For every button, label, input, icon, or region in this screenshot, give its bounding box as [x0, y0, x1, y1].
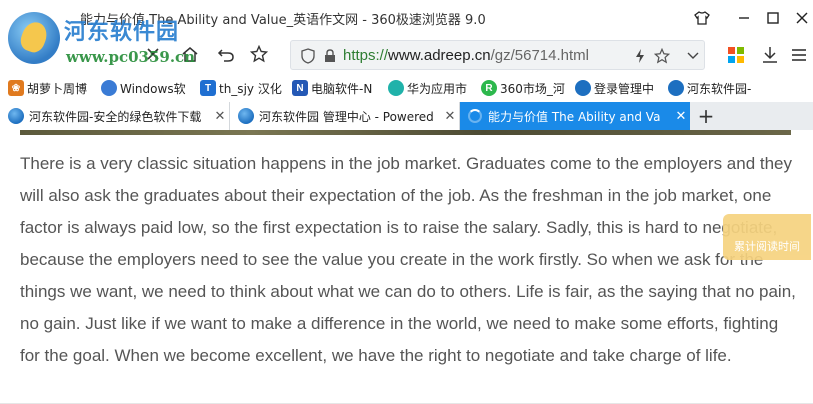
bookmark-item[interactable]: 华为应用市 [388, 78, 467, 98]
menu-icon[interactable] [787, 44, 811, 66]
apps-grid-icon[interactable] [724, 44, 748, 66]
tab-close-icon[interactable]: ✕ [672, 109, 690, 124]
window-title: 能力与价值 The Ability and Value_英语作文网 - 360极… [80, 13, 486, 28]
lightning-icon[interactable] [631, 47, 649, 65]
bookmark-label: 360市场_河 [500, 81, 565, 96]
article-body: There is a very classic situation happen… [20, 154, 796, 365]
url-protocol: https:// [343, 47, 389, 64]
loading-spinner-icon [468, 109, 482, 123]
bookmark-item[interactable]: T th_sjy 汉化 [200, 78, 282, 98]
bookmark-item[interactable]: R 360市场_河 [481, 78, 565, 98]
download-icon[interactable] [758, 44, 782, 66]
minimize-icon[interactable] [731, 6, 757, 30]
url-text[interactable]: https://www.adreep.cn/gz/56714.html [343, 47, 589, 64]
article-image [20, 130, 791, 135]
favorite-star-icon[interactable] [246, 42, 272, 66]
n-icon: N [292, 80, 308, 96]
title-bar: 能力与价值 The Ability and Value_英语作文网 - 360极… [0, 0, 813, 36]
bookmark-icon [101, 80, 117, 96]
site-favicon-icon [8, 108, 24, 124]
address-bar[interactable]: https://www.adreep.cn/gz/56714.html [290, 40, 705, 70]
tab-admin-center[interactable]: 河东软件园 管理中心 - Powered ✕ [230, 102, 460, 130]
undo-icon[interactable] [213, 42, 239, 66]
reading-time-widget[interactable]: 累计阅读时间 [723, 214, 811, 260]
bookmarks-bar: ❀ 胡萝卜周博 Windows软 T th_sjy 汉化 N 电脑软件-N 华为… [0, 72, 813, 102]
bookmark-label: Windows软 [120, 81, 186, 96]
bookmark-label: 华为应用市 [407, 81, 468, 96]
tab-label: 河东软件园 管理中心 - Powered [259, 109, 434, 124]
bookmark-item[interactable]: ❀ 胡萝卜周博 [8, 78, 87, 98]
site-icon [668, 80, 684, 96]
bookmark-star-icon[interactable] [653, 47, 671, 65]
maximize-icon[interactable] [760, 6, 786, 30]
skin-icon[interactable] [689, 6, 715, 30]
huawei-icon [388, 80, 404, 96]
bookmark-label: th_sjy 汉化 [219, 81, 282, 96]
new-tab-button[interactable]: + [694, 104, 718, 128]
bookmark-label: 河东软件园- [687, 81, 752, 96]
chevron-down-icon[interactable] [684, 47, 702, 65]
t-icon: T [200, 80, 216, 96]
navigation-bar: https://www.adreep.cn/gz/56714.html [0, 36, 813, 72]
home-icon[interactable] [177, 42, 203, 66]
tab-close-icon[interactable]: ✕ [211, 109, 229, 124]
tab-ability-value[interactable]: 能力与价值 The Ability and Va ✕ [460, 102, 690, 130]
lock-icon[interactable] [321, 47, 339, 65]
bookmark-item[interactable]: 河东软件园- [668, 78, 751, 98]
tab-label: 河东软件园-安全的绿色软件下载 [29, 109, 202, 124]
r-icon: R [481, 80, 497, 96]
url-path: /gz/56714.html [490, 47, 589, 64]
bookmark-item[interactable]: N 电脑软件-N [292, 78, 372, 98]
site-favicon-icon [238, 108, 254, 124]
url-host: www.adreep.cn [388, 47, 491, 64]
tab-close-icon[interactable]: ✕ [441, 109, 459, 124]
bookmark-item[interactable]: Windows软 [101, 78, 186, 98]
bookmark-label: 登录管理中 [594, 81, 655, 96]
close-icon[interactable] [789, 6, 813, 30]
page-viewport: There is a very classic situation happen… [0, 130, 813, 404]
bookmark-icon: ❀ [8, 80, 24, 96]
site-icon [575, 80, 591, 96]
tab-strip: 河东软件园-安全的绿色软件下载 ✕ 河东软件园 管理中心 - Powered ✕… [0, 102, 813, 130]
reading-time-label: 累计阅读时间 [734, 240, 800, 253]
tab-label: 能力与价值 The Ability and Va [488, 109, 661, 124]
shield-icon[interactable] [299, 47, 317, 65]
bookmark-item[interactable]: 登录管理中 [575, 78, 654, 98]
stop-icon[interactable] [140, 42, 166, 66]
tab-hedong-home[interactable]: 河东软件园-安全的绿色软件下载 ✕ [0, 102, 230, 130]
bookmark-label: 电脑软件-N [311, 81, 373, 96]
bookmark-label: 胡萝卜周博 [27, 81, 88, 96]
